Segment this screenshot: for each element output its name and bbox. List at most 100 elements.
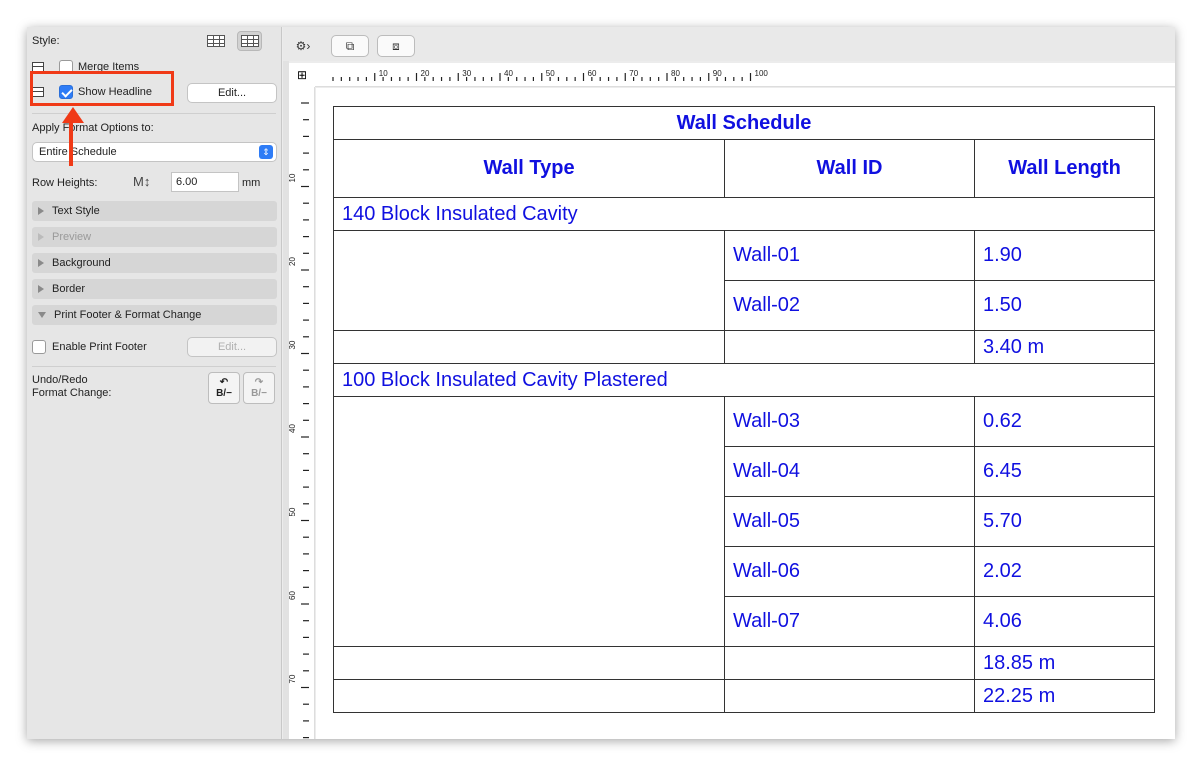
format-change-label: Format Change: xyxy=(32,387,112,399)
total-empty-cell[interactable] xyxy=(333,679,725,713)
ruler-label: 40 xyxy=(289,424,297,433)
style-grid-full-button[interactable] xyxy=(237,31,262,51)
group-type-cell[interactable] xyxy=(333,230,725,331)
section-text-style[interactable]: Text Style xyxy=(32,201,277,221)
subtotal-empty-cell[interactable] xyxy=(333,330,725,364)
disclosure-triangle-icon xyxy=(38,233,44,241)
disclosure-triangle-icon xyxy=(38,207,44,215)
subtotal-cell[interactable]: 3.40 m xyxy=(974,330,1155,364)
header-wall-length[interactable]: Wall Length xyxy=(974,139,1155,198)
ruler-label: 80 xyxy=(671,69,680,78)
subtotal-cell[interactable]: 18.85 m xyxy=(974,646,1155,680)
section-label: Print Footer & Format Change xyxy=(54,309,202,321)
undo-glyph: B/− xyxy=(216,388,232,399)
divider xyxy=(32,366,276,367)
enable-print-footer-label: Enable Print Footer xyxy=(52,341,147,353)
redo-glyph: B/− xyxy=(251,388,267,399)
format-options-sidebar: Style: Merge Items Show Headline Edit...… xyxy=(27,27,282,739)
headline-edit-button[interactable]: Edit... xyxy=(187,83,277,103)
total-empty-cell[interactable] xyxy=(724,679,975,713)
wall-length-cell[interactable]: 1.50 xyxy=(974,280,1155,331)
style-grid-compact-button[interactable] xyxy=(203,31,228,51)
grand-total-cell[interactable]: 22.25 m xyxy=(974,679,1155,713)
group-type-cell[interactable] xyxy=(333,396,725,647)
row-height-icon: M↕ xyxy=(133,174,151,189)
schedule-toolbar: ⚙› ⧉ ⧈ xyxy=(283,27,1175,61)
vertical-ruler-ticks: 10 20 30 40 50 60 70 xyxy=(288,102,309,739)
undo-format-button[interactable]: ↶ B/− xyxy=(208,372,240,404)
style-label: Style: xyxy=(32,35,60,47)
section-label: Preview xyxy=(52,231,92,243)
wall-id-cell[interactable]: Wall-02 xyxy=(724,280,975,331)
section-label: Text Style xyxy=(52,205,100,217)
gear-menu-icon[interactable]: ⚙› xyxy=(289,35,317,57)
print-footer-edit-button: Edit... xyxy=(187,337,277,357)
wall-length-cell[interactable]: 4.06 xyxy=(974,596,1155,647)
ruler-label: 20 xyxy=(421,69,430,78)
horizontal-ruler: 10 20 30 40 50 60 70 80 90 100 xyxy=(315,63,1175,87)
undo-arrow-icon: ↶ xyxy=(219,377,229,388)
wall-length-cell[interactable]: 0.62 xyxy=(974,396,1155,447)
ruler-label: 70 xyxy=(629,69,638,78)
wall-id-cell[interactable]: Wall-06 xyxy=(724,546,975,597)
annotation-arrow-shaft xyxy=(69,121,73,166)
ruler-label: 20 xyxy=(289,257,297,266)
section-background[interactable]: Background xyxy=(32,253,277,273)
wall-id-cell[interactable]: Wall-05 xyxy=(724,496,975,547)
subtotal-empty-cell[interactable] xyxy=(724,646,975,680)
subtotal-empty-cell[interactable] xyxy=(724,330,975,364)
ruler-label: 60 xyxy=(588,69,597,78)
horizontal-ruler-ticks: 10 20 30 40 50 60 70 80 90 100 xyxy=(332,69,769,81)
schedule-settings-window: Style: Merge Items Show Headline Edit...… xyxy=(27,27,1175,739)
zoom-selection-button[interactable]: ⧈ xyxy=(377,35,415,57)
zoom-fit-button[interactable]: ⧉ xyxy=(331,35,369,57)
wall-id-cell[interactable]: Wall-07 xyxy=(724,596,975,647)
section-border[interactable]: Border xyxy=(32,279,277,299)
disclosure-triangle-icon xyxy=(38,285,44,293)
disclosure-triangle-icon xyxy=(38,259,44,267)
ruler-label: 100 xyxy=(755,69,769,78)
wall-length-cell[interactable]: 5.70 xyxy=(974,496,1155,547)
subtotal-empty-cell[interactable] xyxy=(333,646,725,680)
section-preview: Preview xyxy=(32,227,277,247)
row-heights-label: Row Heights: xyxy=(32,177,98,189)
insert-row-icon[interactable]: ⊞ xyxy=(289,63,315,87)
wall-schedule-table: Wall Schedule Wall Type Wall ID Wall Len… xyxy=(333,106,1155,713)
vertical-ruler: 10 20 30 40 50 60 70 xyxy=(288,87,315,739)
header-wall-type[interactable]: Wall Type xyxy=(333,139,725,198)
ruler-label: 40 xyxy=(504,69,513,78)
ruler-label: 10 xyxy=(289,173,297,182)
schedule-title[interactable]: Wall Schedule xyxy=(333,106,1155,140)
header-wall-id[interactable]: Wall ID xyxy=(724,139,975,198)
wall-id-cell[interactable]: Wall-01 xyxy=(724,230,975,281)
redo-format-button[interactable]: ↷ B/− xyxy=(243,372,275,404)
wall-length-cell[interactable]: 1.90 xyxy=(974,230,1155,281)
grid-full-icon xyxy=(240,35,259,47)
section-label: Border xyxy=(52,283,86,295)
annotation-arrow-icon xyxy=(62,107,84,123)
ruler-label: 30 xyxy=(462,69,471,78)
row-heights-input[interactable]: 6.00 xyxy=(171,172,239,192)
select-chevron-icon: ⇕ xyxy=(259,145,273,159)
apply-format-label: Apply Format Options to: xyxy=(32,122,154,134)
ruler-label: 30 xyxy=(289,340,297,349)
ruler-label: 50 xyxy=(546,69,555,78)
ruler-label: 90 xyxy=(713,69,722,78)
highlight-annotation xyxy=(30,71,174,106)
wall-id-cell[interactable]: Wall-04 xyxy=(724,446,975,497)
section-label: Background xyxy=(52,257,111,269)
wall-length-cell[interactable]: 6.45 xyxy=(974,446,1155,497)
group-name[interactable]: 140 Block Insulated Cavity xyxy=(333,197,1155,231)
apply-format-value: Entire Schedule xyxy=(39,146,117,158)
row-heights-unit: mm xyxy=(242,177,261,189)
disclosure-triangle-down-icon xyxy=(38,312,46,318)
enable-print-footer-checkbox[interactable] xyxy=(32,340,46,354)
wall-length-cell[interactable]: 2.02 xyxy=(974,546,1155,597)
group-name[interactable]: 100 Block Insulated Cavity Plastered xyxy=(333,363,1155,397)
ruler-label: 50 xyxy=(289,507,297,516)
ruler-label: 70 xyxy=(289,674,297,683)
redo-arrow-icon: ↷ xyxy=(254,377,264,388)
ruler-label: 10 xyxy=(379,69,388,78)
section-print-footer[interactable]: Print Footer & Format Change xyxy=(32,305,277,325)
wall-id-cell[interactable]: Wall-03 xyxy=(724,396,975,447)
